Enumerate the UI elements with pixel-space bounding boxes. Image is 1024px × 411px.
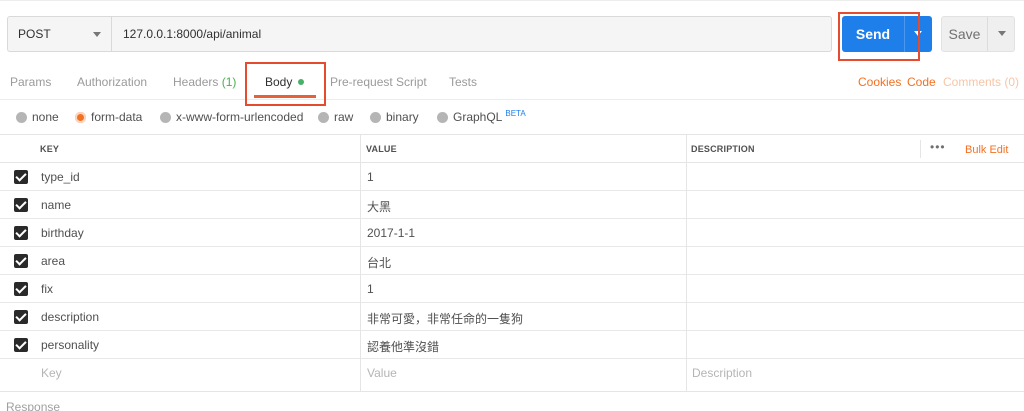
more-options-icon[interactable]: •••: [930, 140, 946, 154]
url-value: 127.0.0.1:8000/api/animal: [123, 27, 262, 41]
row-checkbox[interactable]: [14, 198, 28, 212]
row-key[interactable]: birthday: [41, 226, 84, 240]
table-header: KEY VALUE DESCRIPTION ••• Bulk Edit: [0, 134, 1024, 163]
radio-none-label: none: [32, 110, 59, 124]
row-value[interactable]: 1: [367, 170, 374, 184]
tab-params[interactable]: Params: [10, 75, 51, 89]
header-divider: [920, 140, 921, 158]
radio-graphql[interactable]: GraphQL BETA: [437, 108, 526, 124]
beta-badge: BETA: [505, 108, 526, 118]
radio-circle-icon: [370, 111, 381, 123]
row-checkbox[interactable]: [14, 282, 28, 296]
response-label: Response: [6, 400, 61, 411]
cookies-link[interactable]: Cookies: [858, 75, 901, 89]
row-key[interactable]: personality: [41, 338, 99, 352]
row-value[interactable]: 台北: [367, 254, 391, 271]
response-section: Response: [0, 391, 1024, 411]
row-value[interactable]: 認養他準沒錯: [367, 338, 439, 355]
row-key[interactable]: area: [41, 254, 65, 268]
tab-headers-label: Headers: [173, 75, 219, 89]
comments-link[interactable]: Comments (0): [943, 75, 1019, 89]
tab-headers[interactable]: Headers (1): [173, 75, 236, 89]
radio-binary[interactable]: binary: [370, 110, 419, 124]
url-input[interactable]: 127.0.0.1:8000/api/animal: [111, 16, 832, 52]
table-row: description 非常可愛，非常任命的一隻狗: [0, 303, 1024, 331]
table-row: type_id 1: [0, 163, 1024, 191]
new-value-input[interactable]: Value: [367, 366, 397, 380]
column-description: DESCRIPTION: [691, 144, 755, 154]
new-description-input[interactable]: Description: [692, 366, 752, 380]
body-tab-highlight-box: [245, 62, 326, 106]
code-link[interactable]: Code: [907, 75, 936, 89]
chevron-down-icon: [998, 31, 1006, 36]
tab-tests[interactable]: Tests: [449, 75, 477, 89]
chevron-down-icon: [93, 32, 101, 37]
radio-raw[interactable]: raw: [318, 110, 353, 124]
radio-raw-label: raw: [334, 110, 354, 124]
body-type-selector: none form-data x-www-form-urlencoded raw…: [0, 101, 1024, 134]
table-row: name 大黑: [0, 191, 1024, 219]
send-highlight-box: [838, 12, 920, 61]
table-row: area 台北: [0, 247, 1024, 275]
save-button[interactable]: Save: [941, 16, 1015, 52]
headers-count: (1): [221, 75, 237, 89]
row-checkbox[interactable]: [14, 310, 28, 324]
row-value[interactable]: 大黑: [367, 198, 391, 215]
column-key: KEY: [40, 144, 60, 154]
row-value[interactable]: 1: [367, 282, 374, 296]
radio-form-data-label: form-data: [91, 110, 143, 124]
table-row: fix 1: [0, 275, 1024, 303]
row-key[interactable]: fix: [41, 282, 53, 296]
radio-circle-icon: [437, 111, 448, 123]
radio-selected-icon: [75, 111, 86, 123]
table-row: personality 認養他準沒錯: [0, 331, 1024, 359]
tab-prerequest-script[interactable]: Pre-request Script: [330, 75, 427, 89]
row-key[interactable]: description: [41, 310, 99, 324]
column-divider: [686, 134, 687, 391]
row-checkbox[interactable]: [14, 254, 28, 268]
radio-urlencoded[interactable]: x-www-form-urlencoded: [160, 110, 303, 124]
method-label: POST: [18, 27, 51, 41]
tab-authorization[interactable]: Authorization: [77, 75, 147, 89]
table-row-new: Key Value Description: [0, 359, 1024, 387]
radio-graphql-label: GraphQL: [453, 110, 503, 124]
row-value[interactable]: 2017-1-1: [367, 226, 415, 240]
row-checkbox[interactable]: [14, 170, 28, 184]
request-tabs: Params Authorization Headers (1) Body Pr…: [0, 62, 1024, 100]
radio-urlencoded-label: x-www-form-urlencoded: [176, 110, 304, 124]
radio-circle-icon: [160, 111, 171, 123]
save-options-button[interactable]: [987, 17, 1015, 51]
radio-none[interactable]: none: [16, 110, 59, 124]
radio-binary-label: binary: [386, 110, 419, 124]
radio-circle-icon: [16, 111, 27, 123]
save-label: Save: [948, 26, 981, 42]
radio-form-data[interactable]: form-data: [75, 110, 142, 124]
method-select[interactable]: POST: [7, 16, 111, 52]
radio-circle-icon: [318, 111, 329, 123]
row-checkbox[interactable]: [14, 338, 28, 352]
bulk-edit-link[interactable]: Bulk Edit: [965, 144, 1008, 156]
new-key-input[interactable]: Key: [41, 366, 62, 380]
row-key[interactable]: type_id: [41, 170, 80, 184]
row-value[interactable]: 非常可愛，非常任命的一隻狗: [367, 310, 523, 327]
column-divider: [360, 134, 361, 391]
request-bar: POST 127.0.0.1:8000/api/animal Send Save: [0, 0, 1024, 62]
column-value: VALUE: [366, 144, 397, 154]
row-key[interactable]: name: [41, 198, 71, 212]
row-checkbox[interactable]: [14, 226, 28, 240]
table-row: birthday 2017-1-1: [0, 219, 1024, 247]
